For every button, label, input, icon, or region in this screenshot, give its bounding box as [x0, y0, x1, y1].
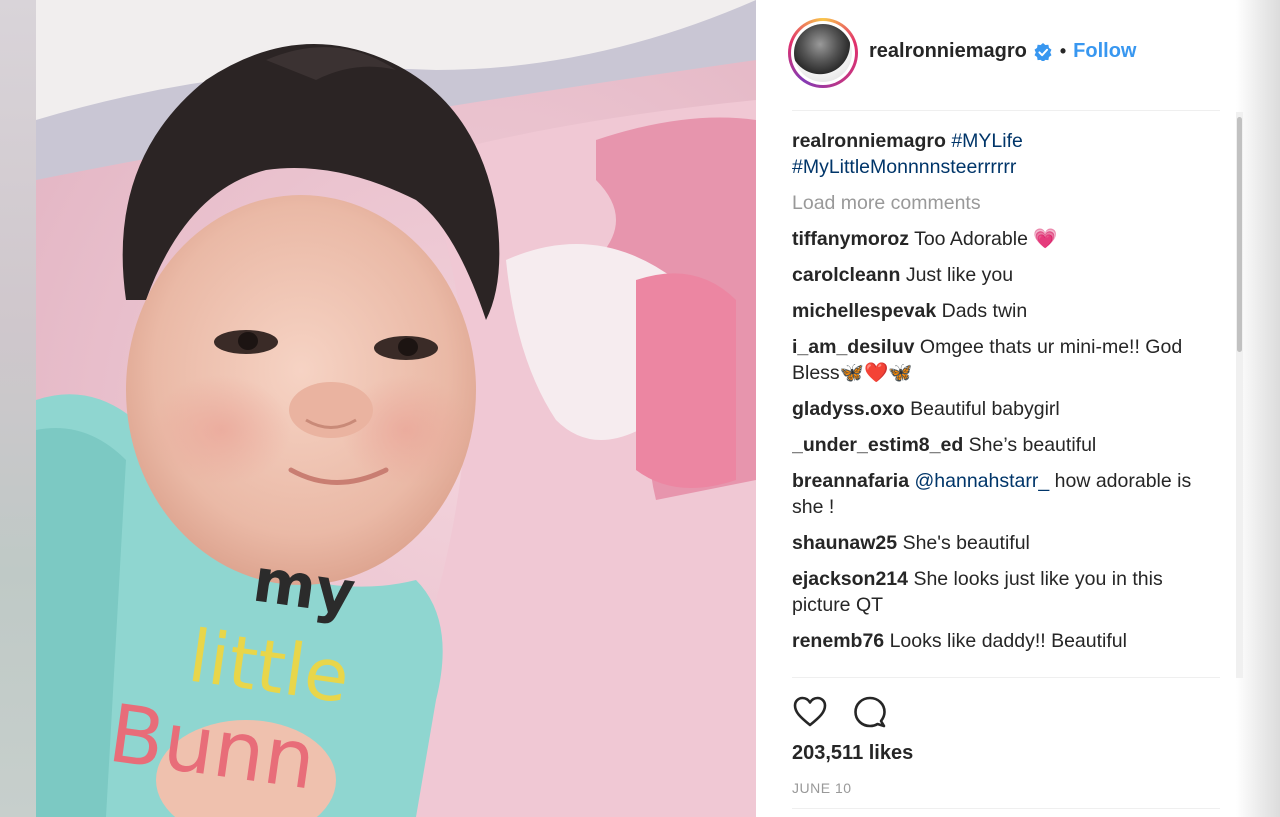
comment-username[interactable]: i_am_desiluv	[792, 336, 914, 358]
comment-text: She’s beautiful	[968, 434, 1097, 456]
comment-icon[interactable]	[852, 694, 888, 730]
actions-divider	[792, 677, 1220, 678]
post-actions	[792, 694, 888, 730]
caption-hashtag[interactable]: #MYLife	[951, 130, 1023, 152]
shirt-text-my: my	[249, 546, 359, 629]
comment-text: Beautiful babygirl	[910, 398, 1060, 420]
caption-hashtag[interactable]: #MyLittleMonnnnsteerrrrrr	[792, 156, 1016, 178]
comment-username[interactable]: breannafaria	[792, 470, 909, 492]
comment-text: Dads twin	[941, 300, 1028, 322]
comment-item: michellespevak Dads twin	[792, 298, 1192, 324]
comment-text: She's beautiful	[902, 532, 1030, 554]
footer-divider	[792, 808, 1220, 809]
comment-text: Just like you	[905, 264, 1014, 286]
comment-item: _under_estim8_ed She’s beautiful	[792, 432, 1192, 458]
comment-username[interactable]: renemb76	[792, 630, 884, 652]
comment-text: Too Adorable 💗	[914, 228, 1058, 250]
comment-item: tiffanymoroz Too Adorable 💗	[792, 226, 1192, 252]
post-caption: realronniemagro #MYLife #MyLittleMonnnns…	[792, 128, 1192, 180]
comment-item: ejackson214 She looks just like you in t…	[792, 566, 1192, 618]
baby-photo-illustration: my little Bunn	[36, 0, 756, 817]
header-divider	[792, 110, 1220, 111]
heart-icon[interactable]	[792, 694, 828, 730]
caption-username[interactable]: realronniemagro	[792, 130, 946, 152]
header-username[interactable]: realronniemagro	[869, 40, 1027, 63]
comment-item: carolcleann Just like you	[792, 262, 1192, 288]
post-date: JUNE 10	[792, 780, 852, 796]
avatar[interactable]	[788, 18, 858, 88]
post-header: realronniemagro • Follow	[756, 0, 1236, 108]
comment-username[interactable]: tiffanymoroz	[792, 228, 909, 250]
comments-list[interactable]: realronniemagro #MYLife #MyLittleMonnnns…	[792, 128, 1192, 676]
comment-item: i_am_desiluv Omgee thats ur mini-me!! Go…	[792, 334, 1192, 386]
comment-username[interactable]: ejackson214	[792, 568, 908, 590]
comment-item: gladyss.oxo Beautiful babygirl	[792, 396, 1192, 422]
comment-item: breannafaria @hannahstarr_ how adorable …	[792, 468, 1192, 520]
follow-button[interactable]: Follow	[1073, 40, 1136, 63]
scrollbar-thumb[interactable]	[1237, 117, 1242, 352]
comment-username[interactable]: _under_estim8_ed	[792, 434, 963, 456]
post-sidebar: realronniemagro • Follow realronniemagro…	[756, 0, 1243, 817]
comment-username[interactable]: michellespevak	[792, 300, 936, 322]
comment-item: shaunaw25 She's beautiful	[792, 530, 1192, 556]
comment-username[interactable]: carolcleann	[792, 264, 900, 286]
comment-item: renemb76 Looks like daddy!! Beautiful	[792, 628, 1192, 654]
load-more-comments-button[interactable]: Load more comments	[792, 190, 1192, 216]
avatar-image	[794, 24, 852, 82]
avatar-frame	[791, 21, 855, 85]
comment-mention[interactable]: @hannahstarr_	[914, 470, 1049, 492]
post-photo[interactable]: my little Bunn	[36, 0, 756, 817]
comments-scrollbar[interactable]	[1236, 112, 1243, 678]
comment-username[interactable]: shaunaw25	[792, 532, 897, 554]
comment-text: Looks like daddy!! Beautiful	[889, 630, 1127, 652]
left-blur-edge	[0, 0, 36, 817]
likes-count[interactable]: 203,511 likes	[792, 742, 913, 765]
verified-badge-icon	[1034, 42, 1052, 62]
header-username-row: realronniemagro • Follow	[869, 40, 1136, 63]
separator-dot: •	[1059, 41, 1067, 61]
comment-username[interactable]: gladyss.oxo	[792, 398, 905, 420]
